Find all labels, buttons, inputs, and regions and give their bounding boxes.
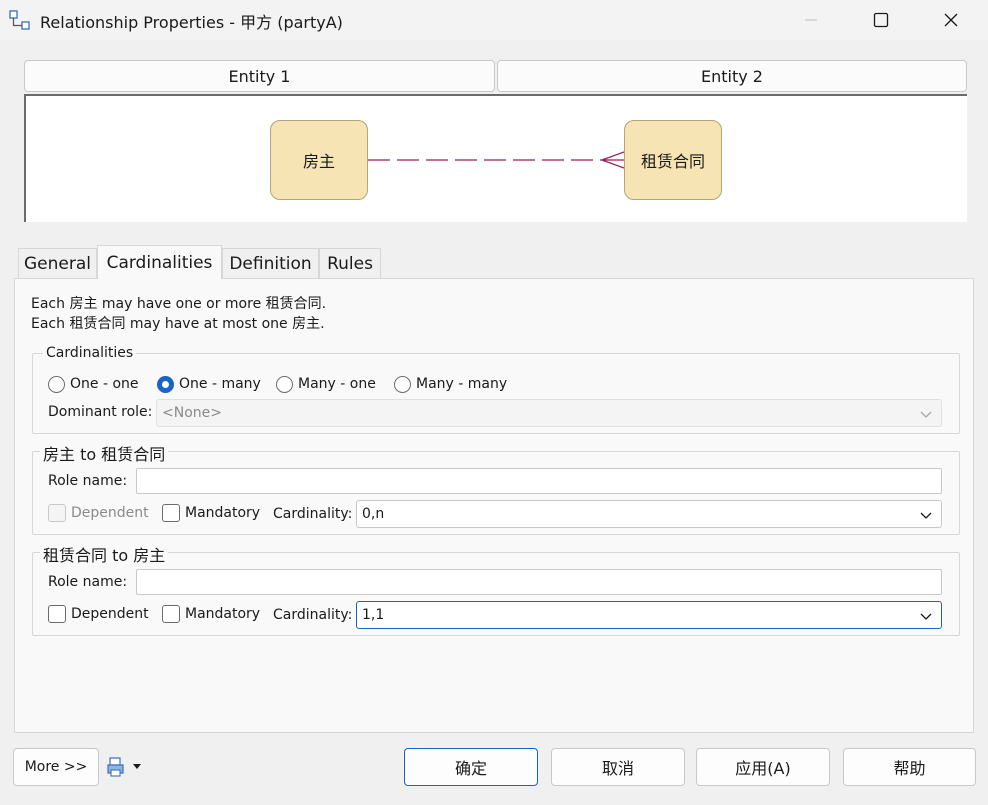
role-a-mandatory-checkbox[interactable]: Mandatory <box>162 503 260 523</box>
entity1-header-button[interactable]: Entity 1 <box>24 60 495 92</box>
tab-general[interactable]: General <box>18 248 97 278</box>
radio-one-one-circle <box>48 375 65 393</box>
role-b-dependent-checkbox[interactable]: Dependent <box>48 604 149 624</box>
cancel-button[interactable]: 取消 <box>551 748 685 786</box>
role-a-dependent-label: Dependent <box>71 505 149 521</box>
apply-button-label: 应用(A) <box>735 759 791 778</box>
tab-definition[interactable]: Definition <box>222 248 319 278</box>
radio-one-many[interactable]: One - many <box>157 374 261 394</box>
ok-button[interactable]: 确定 <box>404 748 538 786</box>
role-b-mandatory-label: Mandatory <box>185 606 261 622</box>
role-b-mandatory-checkbox[interactable]: Mandatory <box>162 604 260 624</box>
role-b-group-title: 租赁合同 to 房主 <box>40 542 169 566</box>
apply-button[interactable]: 应用(A) <box>696 748 830 786</box>
window-title: Relationship Properties - 甲方 (partyA) <box>40 13 343 32</box>
ok-button-label: 确定 <box>454 759 487 778</box>
tab-cardinalities[interactable]: Cardinalities <box>97 245 222 279</box>
role-a-mandatory-label: Mandatory <box>185 505 261 521</box>
entity1-header-label: Entity 1 <box>228 66 291 86</box>
entity2-header-button[interactable]: Entity 2 <box>497 60 967 92</box>
tab-general-label: General <box>24 253 91 274</box>
role-b-cardinality-value: 1,1 <box>362 607 385 623</box>
role-a-name-label: Role name: <box>48 473 128 489</box>
role-b-cardinality-label: Cardinality: <box>273 607 353 623</box>
entity2-header-label: Entity 2 <box>701 66 763 86</box>
tab-definition-label: Definition <box>229 253 312 274</box>
help-button[interactable]: 帮助 <box>843 748 976 786</box>
close-icon <box>944 13 958 27</box>
role-a-cardinality-label: Cardinality: <box>273 506 353 522</box>
radio-many-many-circle <box>394 375 411 393</box>
tab-rules-label: Rules <box>327 253 373 274</box>
role-a-cardinality-select[interactable]: 0,n <box>356 500 942 528</box>
role-a-dependent-checkbox[interactable]: Dependent <box>48 503 149 523</box>
close-button[interactable] <box>916 0 986 40</box>
radio-many-many[interactable]: Many - many <box>394 374 507 394</box>
relationship-app-icon <box>9 10 30 30</box>
radio-many-one[interactable]: Many - one <box>276 374 376 394</box>
tab-cardinalities-label: Cardinalities <box>106 252 213 273</box>
chevron-down-icon <box>920 411 932 418</box>
maximize-icon <box>873 12 889 28</box>
entity2-node-label: 租赁合同 <box>640 152 705 171</box>
role-b-name-input[interactable] <box>136 569 942 595</box>
minimize-button[interactable] <box>776 0 846 40</box>
chevron-down-icon <box>920 613 932 620</box>
role-a-mandatory-box <box>162 504 180 522</box>
summary-line-1: Each 房主 may have one or more 租赁合同. <box>31 296 327 312</box>
more-button-label: More >> <box>24 759 88 775</box>
radio-many-many-label: Many - many <box>416 376 508 392</box>
more-button[interactable]: More >> <box>13 748 99 786</box>
cancel-button-label: 取消 <box>601 759 634 778</box>
maximize-button[interactable] <box>846 0 916 40</box>
caret-down-icon <box>133 764 141 769</box>
print-icon <box>107 757 124 777</box>
dominant-role-select[interactable]: <None> <box>156 399 942 427</box>
tab-rules[interactable]: Rules <box>319 248 381 278</box>
role-b-cardinality-select[interactable]: 1,1 <box>356 601 942 629</box>
dominant-role-value: <None> <box>162 405 222 421</box>
role-a-group-title: 房主 to 租赁合同 <box>40 441 169 465</box>
dominant-role-label: Dominant role: <box>48 404 153 420</box>
radio-one-one-label: One - one <box>70 376 139 392</box>
minimize-icon <box>805 19 817 21</box>
role-a-dependent-box <box>48 504 66 522</box>
radio-one-one[interactable]: One - one <box>48 374 139 394</box>
relationship-connector-line <box>368 151 624 169</box>
role-a-cardinality-value: 0,n <box>362 506 385 522</box>
entity2-node[interactable]: 租赁合同 <box>624 120 722 200</box>
radio-one-many-circle <box>157 375 174 393</box>
role-b-dependent-label: Dependent <box>71 606 149 622</box>
radio-many-one-circle <box>276 375 293 393</box>
role-b-name-label: Role name: <box>48 574 128 590</box>
entity1-node[interactable]: 房主 <box>270 120 368 200</box>
summary-line-2: Each 租赁合同 may have at most one 房主. <box>31 316 325 332</box>
entity1-node-label: 房主 <box>302 152 335 171</box>
role-b-mandatory-box <box>162 605 180 623</box>
role-b-dependent-box <box>48 605 66 623</box>
print-dropdown-button[interactable] <box>106 756 150 778</box>
role-a-name-input[interactable] <box>136 468 942 494</box>
cardinalities-group-title: Cardinalities <box>43 345 137 361</box>
chevron-down-icon <box>920 512 932 519</box>
radio-many-one-label: Many - one <box>298 376 376 392</box>
help-button-label: 帮助 <box>893 759 926 778</box>
radio-one-many-label: One - many <box>179 376 261 392</box>
